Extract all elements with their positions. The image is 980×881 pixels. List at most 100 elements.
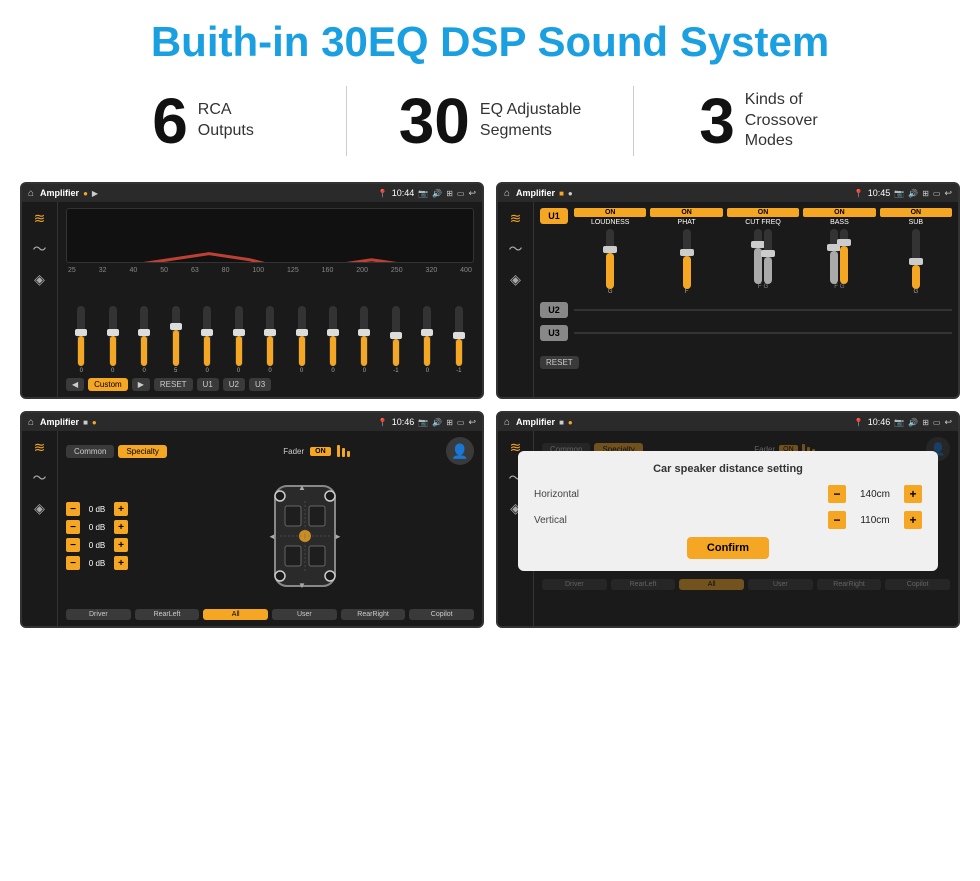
u2-button-eq[interactable]: U2 (223, 378, 245, 391)
crossover-app-name: Amplifier (516, 188, 555, 198)
speaker-sidebar-wave-icon[interactable]: 〜 (33, 468, 47, 488)
eq-sidebar-wave-icon[interactable]: 〜 (33, 239, 47, 259)
play-icon: ▶ (92, 189, 98, 198)
cutfreq-on[interactable]: ON (727, 208, 799, 217)
vol-plus-2[interactable]: + (114, 538, 128, 552)
u1-button[interactable]: U1 (540, 208, 568, 224)
battery-icon-4: ▭ (933, 418, 941, 427)
rearright-btn[interactable]: RearRight (341, 609, 406, 620)
vol-minus-0[interactable]: − (66, 502, 80, 516)
eq-screen-content: ≋ 〜 ◈ 25 32 40 5 (22, 202, 482, 397)
u3-button-eq[interactable]: U3 (249, 378, 271, 391)
vol-plus-1[interactable]: + (114, 520, 128, 534)
eq-slider-7[interactable]: 0 (286, 306, 316, 374)
svg-text:▲: ▲ (298, 483, 306, 492)
speaker-sidebar-speaker-icon[interactable]: ◈ (34, 500, 45, 517)
fader-on-toggle[interactable]: ON (310, 447, 331, 456)
eq-slider-11[interactable]: 0 (412, 306, 442, 374)
vertical-plus[interactable]: + (904, 511, 922, 529)
grid-icon-2: ⊞ (922, 189, 929, 198)
reset-button[interactable]: RESET (154, 378, 193, 391)
eq-slider-0[interactable]: 0 (66, 306, 96, 374)
bass-on[interactable]: ON (803, 208, 875, 217)
u3-button[interactable]: U3 (540, 325, 568, 341)
user-btn[interactable]: User (272, 609, 337, 620)
eq-slider-12[interactable]: -1 (444, 306, 474, 374)
u2-button[interactable]: U2 (540, 302, 568, 318)
eq-slider-10[interactable]: -1 (381, 306, 411, 374)
tab-common[interactable]: Common (66, 445, 114, 458)
crossover-sidebar-wave-icon[interactable]: 〜 (509, 239, 523, 259)
eq-slider-9[interactable]: 0 (349, 306, 379, 374)
loudness-on[interactable]: ON (574, 208, 646, 217)
stat-label-rca: RCAOutputs (198, 100, 254, 142)
all-btn[interactable]: All (203, 609, 268, 620)
status-dot-1: ● (83, 189, 88, 198)
eq-slider-8[interactable]: 0 (318, 306, 348, 374)
confirm-button[interactable]: Confirm (687, 537, 769, 559)
eq-topbar: ⌂ Amplifier ● ▶ 📍 10:44 📷 🔊 ⊞ ▭ ↩ (22, 184, 482, 202)
driver-btn[interactable]: Driver (66, 609, 131, 620)
phat-on[interactable]: ON (650, 208, 722, 217)
crossover-sidebar-eq-icon[interactable]: ≋ (510, 210, 522, 227)
back-icon[interactable]: ↩ (468, 188, 476, 199)
vol-val-1: 0 dB (83, 523, 111, 532)
crossover-reset-button[interactable]: RESET (540, 356, 579, 369)
back-icon-4[interactable]: ↩ (944, 417, 952, 428)
horizontal-plus[interactable]: + (904, 485, 922, 503)
eq-slider-4[interactable]: 0 (192, 306, 222, 374)
camera-icon: 📷 (418, 189, 428, 198)
crossover-sidebar-speaker-icon[interactable]: ◈ (510, 271, 521, 288)
eq-slider-3[interactable]: 5 (160, 306, 190, 374)
vol-plus-0[interactable]: + (114, 502, 128, 516)
sub-on[interactable]: ON (880, 208, 952, 217)
custom-button[interactable]: Custom (88, 378, 128, 391)
vertical-minus[interactable]: − (828, 511, 846, 529)
rearleft-btn[interactable]: RearLeft (135, 609, 200, 620)
stat-label-eq: EQ AdjustableSegments (480, 100, 581, 142)
stat-number-crossover: 3 (699, 89, 735, 153)
home-icon-2[interactable]: ⌂ (504, 188, 510, 199)
eq-slider-6[interactable]: 0 (255, 306, 285, 374)
home-icon[interactable]: ⌂ (28, 188, 34, 199)
u1-button-eq[interactable]: U1 (197, 378, 219, 391)
home-icon-3[interactable]: ⌂ (28, 417, 34, 428)
vol-plus-3[interactable]: + (114, 556, 128, 570)
eq-slider-1[interactable]: 0 (97, 306, 127, 374)
eq-slider-2[interactable]: 0 (129, 306, 159, 374)
speaker-diagram-area: − 0 dB + − 0 dB + − 0 dB + (66, 469, 474, 603)
vol-minus-1[interactable]: − (66, 520, 80, 534)
back-icon-3[interactable]: ↩ (468, 417, 476, 428)
location-icon-4: 📍 (854, 418, 864, 427)
screenshots-grid: ⌂ Amplifier ● ▶ 📍 10:44 📷 🔊 ⊞ ▭ ↩ ≋ 〜 ◈ (0, 174, 980, 648)
left-vol-controls: − 0 dB + − 0 dB + − 0 dB + (66, 502, 128, 570)
home-icon-4[interactable]: ⌂ (504, 417, 510, 428)
eq-sidebar-speaker-icon[interactable]: ◈ (34, 271, 45, 288)
horizontal-minus[interactable]: − (828, 485, 846, 503)
user-icon[interactable]: 👤 (446, 437, 474, 465)
eq-slider-5[interactable]: 0 (223, 306, 253, 374)
back-icon-2[interactable]: ↩ (944, 188, 952, 199)
play-button[interactable]: ▶ (132, 378, 150, 391)
vertical-label: Vertical (534, 515, 567, 526)
copilot-btn[interactable]: Copilot (409, 609, 474, 620)
tab-specialty[interactable]: Specialty (118, 445, 166, 458)
location-icon: 📍 (378, 189, 388, 198)
vol-row-1: − 0 dB + (66, 520, 128, 534)
vol-minus-2[interactable]: − (66, 538, 80, 552)
battery-icon-3: ▭ (457, 418, 465, 427)
crossover-topbar: ⌂ Amplifier ■ ● 📍 10:45 📷 🔊 ⊞ ▭ ↩ (498, 184, 958, 202)
prev-button[interactable]: ◀ (66, 378, 84, 391)
horizontal-label: Horizontal (534, 489, 579, 500)
distance-app-name: Amplifier (516, 417, 555, 427)
vol-minus-3[interactable]: − (66, 556, 80, 570)
distance-screen-content: ≋ 〜 ◈ Common Specialty Fader ON (498, 431, 958, 626)
car-diagram: ▲ ▼ ◄ ► (136, 476, 474, 596)
speaker-time: 10:46 (392, 417, 415, 427)
grid-icon: ⊞ (446, 189, 453, 198)
vol-val-0: 0 dB (83, 505, 111, 514)
screen-distance: ⌂ Amplifier ■ ● 📍 10:46 📷 🔊 ⊞ ▭ ↩ ≋ 〜 ◈ (496, 411, 960, 628)
eq-sidebar-eq-icon[interactable]: ≋ (34, 210, 46, 227)
distance-topbar: ⌂ Amplifier ■ ● 📍 10:46 📷 🔊 ⊞ ▭ ↩ (498, 413, 958, 431)
speaker-sidebar-eq-icon[interactable]: ≋ (34, 439, 46, 456)
